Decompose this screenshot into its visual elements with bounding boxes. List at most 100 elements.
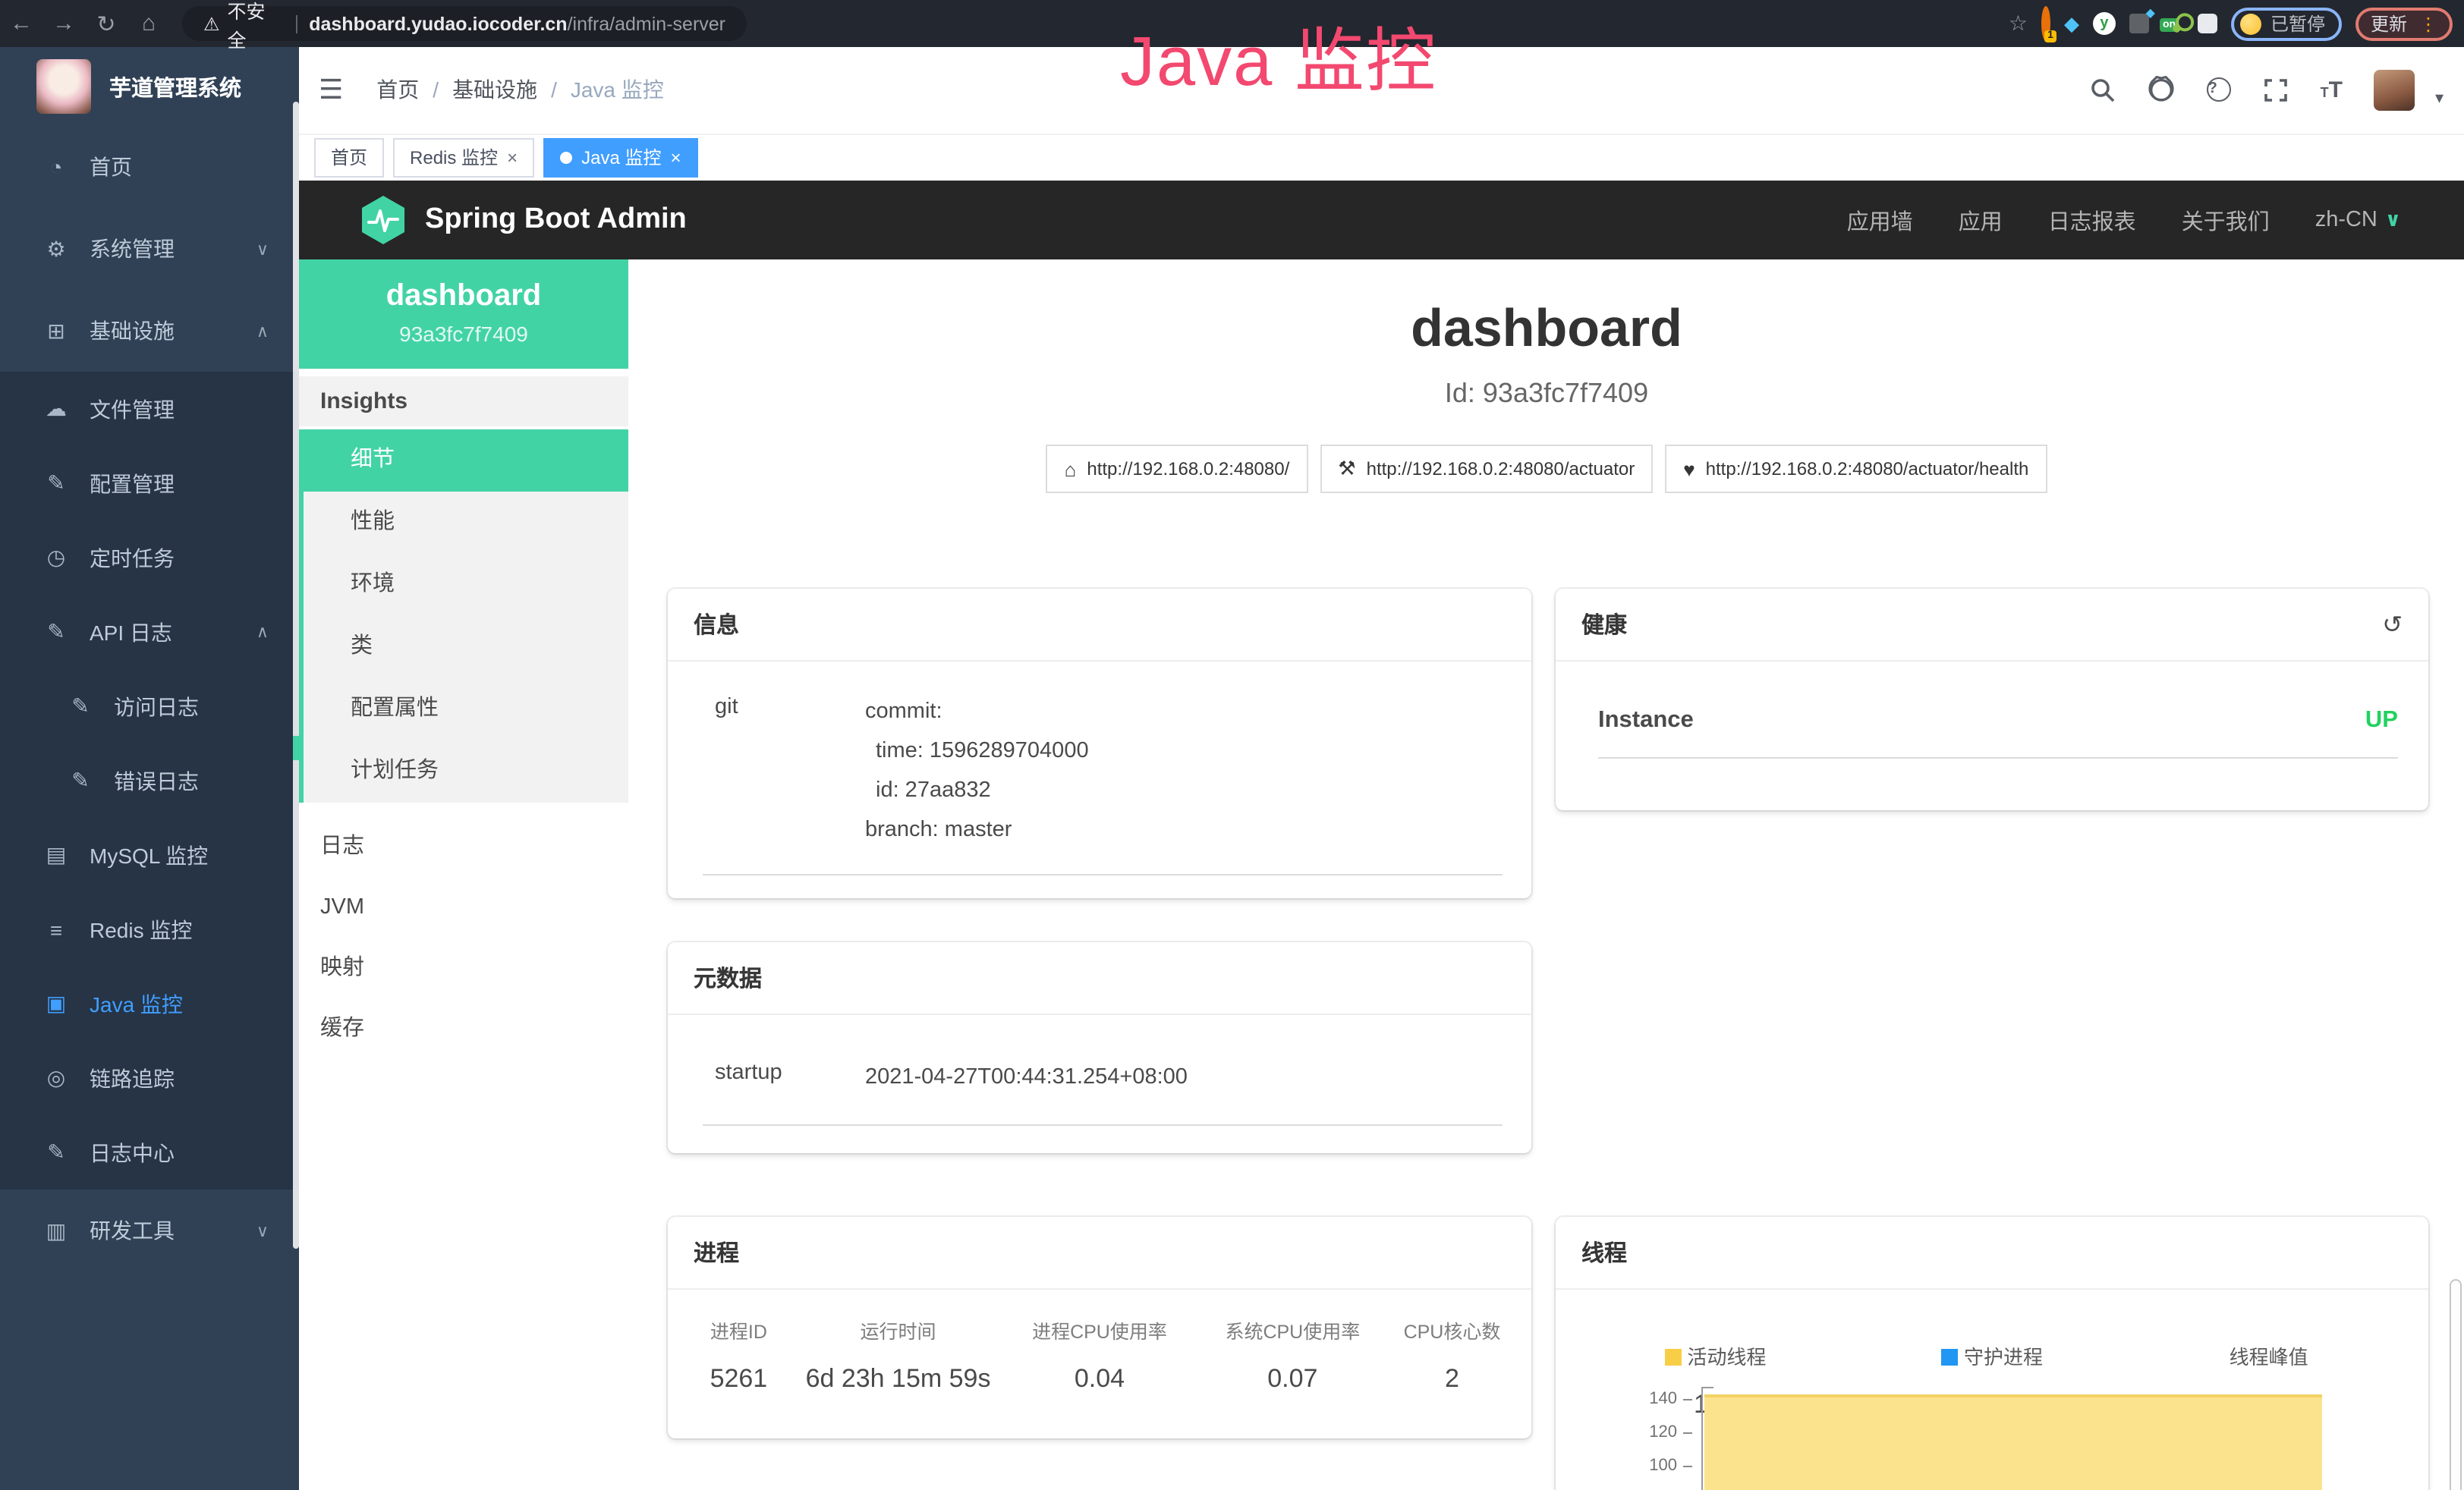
sba-locale-select[interactable]: zh-CN ∨ (2315, 208, 2401, 232)
forward-icon[interactable]: → (42, 11, 85, 36)
browser-update-button[interactable]: 更新 ⋮ (2355, 7, 2453, 40)
actuator-url-button[interactable]: ⚒ http://192.168.0.2:48080/actuator (1320, 445, 1653, 493)
sidebar-item-config-management[interactable]: ✎ 配置管理 (0, 446, 299, 520)
instance-id: 93a3fc7f7409 (299, 322, 628, 346)
search-icon[interactable] (2090, 77, 2116, 103)
sidebar-logo[interactable]: 芋道管理系统 (0, 47, 299, 126)
url-domain: dashboard.yudao.iocoder.cn (309, 13, 567, 34)
sba-menu-insights[interactable]: Insights (299, 376, 628, 426)
paused-label: 已暂停 (2270, 11, 2325, 36)
sidebar-item-mysql-monitor[interactable]: ▤ MySQL 监控 (0, 818, 299, 892)
info-card: 信息 git commit: time: 1596289704000 id: 2… (668, 589, 1531, 898)
breadcrumb-infrastructure[interactable]: 基础设施 (452, 75, 537, 105)
y-tick-140: 140 (1607, 1390, 1677, 1408)
log-icon: ✎ (64, 768, 97, 794)
content-scrollbar[interactable] (2450, 1279, 2462, 1490)
extension-y-icon[interactable]: y (2093, 12, 2116, 35)
sba-menu-classes[interactable]: 类 (304, 616, 628, 678)
sidebar-item-java-monitor[interactable]: ▣ Java 监控 (0, 967, 299, 1041)
breadcrumb-home[interactable]: 首页 (376, 75, 419, 105)
threads-plot-area (1701, 1387, 2322, 1490)
instance-header[interactable]: dashboard 93a3fc7f7409 (299, 259, 628, 369)
sba-nav-applications[interactable]: 应用 (1959, 204, 2003, 236)
sba-menu-jvm[interactable]: JVM (299, 877, 628, 938)
gear-icon: ⚙ (39, 236, 73, 262)
sidebar-item-file-management[interactable]: ☁ 文件管理 (0, 372, 299, 446)
close-icon[interactable]: × (507, 147, 518, 168)
github-icon[interactable] (2148, 77, 2175, 104)
sba-nav: 应用墙 应用 日志报表 关于我们 zh-CN ∨ (1847, 204, 2401, 236)
bookmark-star-icon[interactable]: ☆ (2009, 11, 2028, 36)
back-icon[interactable]: ← (0, 11, 42, 36)
profile-paused-pill[interactable]: 已暂停 (2231, 7, 2342, 40)
info-card-title: 信息 (668, 589, 1531, 662)
sidebar-item-access-logs[interactable]: ✎ 访问日志 (0, 669, 299, 743)
process-table-header: 进程ID 运行时间 进程CPU使用率 系统CPU使用率 CPU核心数 (668, 1316, 1531, 1344)
sidebar-item-infrastructure[interactable]: ⊞ 基础设施 ∧ (0, 290, 299, 372)
tab-java-monitor[interactable]: Java 监控 × (543, 138, 697, 178)
sidebar-item-system[interactable]: ⚙ 系统管理 ∨ (0, 208, 299, 290)
sba-menu-metrics[interactable]: 性能 (304, 492, 628, 554)
sba-menu-mappings[interactable]: 映射 (299, 938, 628, 998)
sba-logo[interactable]: Spring Boot Admin (360, 194, 687, 246)
sidebar-item-dev-tools[interactable]: ▥ 研发工具 ∨ (0, 1190, 299, 1272)
sidebar-item-error-logs[interactable]: ✎ 错误日志 (0, 743, 299, 818)
sidebar-scrollbar-thumb[interactable] (293, 736, 299, 760)
metadata-startup-row: startup 2021-04-27T00:44:31.254+08:00 (703, 1058, 1503, 1126)
breadcrumb-separator: / (551, 78, 557, 102)
help-icon[interactable]: ? (2207, 78, 2231, 102)
sidebar-item-redis-monitor[interactable]: ≡ Redis 监控 (0, 892, 299, 967)
legend-swatch-blue (1941, 1349, 1958, 1366)
sba-nav-journal[interactable]: 日志报表 (2048, 204, 2136, 236)
breadcrumb-java-monitor: Java 监控 (571, 75, 664, 105)
health-url-button[interactable]: ♥ http://192.168.0.2:48080/actuator/heal… (1665, 445, 2047, 493)
address-bar[interactable]: ⚠ 不安全 dashboard.yudao.iocoder.cn/infra/a… (182, 6, 747, 41)
info-key: git (703, 692, 809, 850)
fullscreen-icon[interactable] (2263, 77, 2289, 103)
sba-menu-environment[interactable]: 环境 (304, 554, 628, 616)
sba-nav-about[interactable]: 关于我们 (2182, 204, 2270, 236)
font-size-icon[interactable]: TT (2321, 77, 2343, 103)
extension-gem-icon[interactable]: ◆ (2064, 11, 2079, 36)
sba-hexagon-icon (360, 194, 407, 246)
extension-chart-icon[interactable] (2129, 14, 2149, 33)
sidebar-item-api-logs[interactable]: ✎ API 日志 ∧ (0, 595, 299, 669)
home-icon[interactable]: ⌂ (127, 11, 170, 36)
breadcrumb-separator: / (433, 78, 439, 102)
tab-home[interactable]: 首页 (314, 138, 384, 178)
browser-menu-icon[interactable]: ⋮ (2419, 13, 2437, 34)
tab-redis-monitor[interactable]: Redis 监控 × (393, 138, 534, 178)
security-warning-icon[interactable]: ⚠ (203, 13, 220, 34)
health-instance-row: Instance UP (1598, 707, 2398, 759)
page-title: dashboard (628, 299, 2464, 360)
sba-menu-logs[interactable]: 日志 (299, 816, 628, 877)
extension-orange-icon[interactable]: 1 (2041, 10, 2050, 37)
health-instance-label: Instance (1598, 707, 1694, 734)
process-uptime: 6d 23h 15m 59s (798, 1364, 999, 1394)
sba-menu-details[interactable]: 细节 (304, 429, 628, 492)
sba-menu-caches[interactable]: 缓存 (299, 998, 628, 1059)
reload-icon[interactable]: ↻ (85, 10, 127, 37)
history-icon[interactable]: ↺ (2382, 609, 2403, 640)
process-table-values: 5261 6d 23h 15m 59s 0.04 0.07 2 (668, 1364, 1531, 1394)
sidebar-item-scheduled-tasks[interactable]: ◷ 定时任务 (0, 520, 299, 595)
user-menu-caret-icon[interactable]: ▾ (2435, 88, 2444, 108)
hamburger-icon[interactable]: ☰ (319, 74, 343, 106)
sba-nav-wallboard[interactable]: 应用墙 (1847, 204, 1913, 236)
threads-chart: 140 120 100 (1556, 1387, 2428, 1490)
extensions-puzzle-icon[interactable] (2198, 14, 2217, 33)
chevron-down-icon: ∨ (2385, 208, 2401, 232)
user-avatar[interactable] (2374, 70, 2415, 111)
live-threads-area-series (1704, 1394, 2322, 1490)
close-icon[interactable]: × (670, 147, 681, 168)
health-card: 健康 ↺ Instance UP (1556, 589, 2428, 810)
service-url-button[interactable]: ⌂ http://192.168.0.2:48080/ (1046, 445, 1308, 493)
sba-menu-config-props[interactable]: 配置属性 (304, 678, 628, 740)
chevron-up-icon: ∧ (256, 622, 269, 642)
sidebar-item-log-center[interactable]: ✎ 日志中心 (0, 1115, 299, 1190)
sidebar-item-home[interactable]: ◔ 首页 (0, 126, 299, 208)
sba-menu-scheduled[interactable]: 计划任务 (304, 740, 628, 803)
sidebar-item-tracing[interactable]: ◎ 链路追踪 (0, 1041, 299, 1115)
update-label: 更新 (2371, 11, 2407, 36)
sidebar-scrollbar[interactable] (293, 102, 299, 1249)
